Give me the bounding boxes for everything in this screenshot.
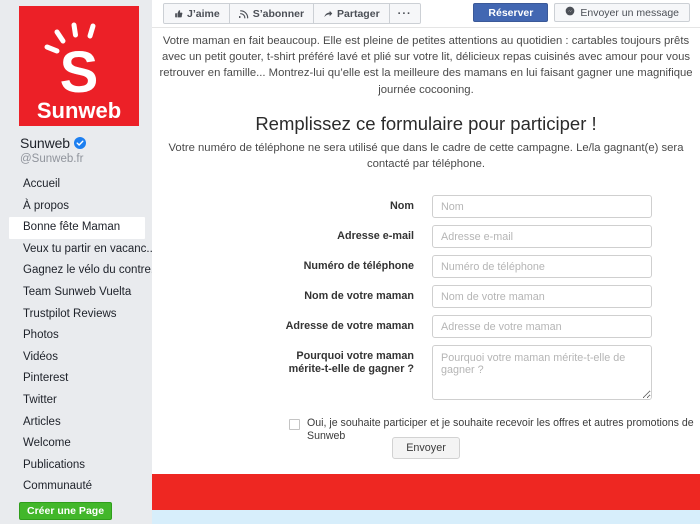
sunweb-sun-s-logo-icon: S Sunweb (19, 6, 139, 126)
share-button[interactable]: Partager (314, 4, 390, 23)
sidebar-item-15[interactable]: Communauté (0, 476, 152, 498)
sidebar-item-9[interactable]: Vidéos (0, 347, 152, 369)
form-control-wrap-6 (432, 345, 700, 400)
form-label-line2: mérite-t-elle de gagner ? (288, 363, 414, 375)
form-control-wrap-4 (432, 285, 700, 308)
consent-checkbox[interactable] (289, 419, 300, 430)
form-label-line1: Adresse e-mail (337, 230, 414, 242)
form-input-1[interactable] (432, 195, 652, 218)
svg-text:S: S (60, 40, 99, 105)
form-input-3[interactable] (432, 255, 652, 278)
page-profile-logo[interactable]: S Sunweb (19, 6, 139, 126)
more-options-button[interactable]: ··· (389, 4, 420, 23)
sidebar-item-8[interactable]: Photos (0, 325, 152, 347)
form-label-3: Numéro de téléphone (152, 255, 432, 273)
page-title: Sunweb (20, 134, 70, 151)
submit-row: Envoyer (152, 437, 700, 459)
create-page-button[interactable]: Créer une Page (19, 502, 113, 520)
sidebar-item-14[interactable]: Publications (0, 455, 152, 477)
form-control-wrap-5 (432, 315, 700, 338)
form-label-line1: Pourquoi votre maman (296, 350, 414, 362)
form-label-5: Adresse de votre maman (152, 315, 432, 333)
page-action-bar: J’aime S’abonner Partager ··· Réserver E… (152, 0, 700, 28)
sidebar-item-12[interactable]: Articles (0, 412, 152, 434)
form-control-wrap-3 (432, 255, 700, 278)
send-message-button[interactable]: Envoyer un message (554, 3, 690, 22)
form-label-2: Adresse e-mail (152, 225, 432, 243)
sidebar-item-3[interactable]: Bonne fête Maman (9, 217, 145, 239)
page-name-row[interactable]: Sunweb (20, 134, 150, 151)
page-handle: @Sunweb.fr (20, 153, 84, 165)
footer-red-banner (152, 474, 700, 510)
form-row-4: Nom de votre maman (152, 285, 700, 308)
page-identity: Sunweb @Sunweb.fr (20, 134, 150, 166)
form-input-4[interactable] (432, 285, 652, 308)
form-label-line1: Adresse de votre maman (285, 320, 414, 332)
reserve-button[interactable]: Réserver (473, 3, 549, 22)
facebook-page-screenshot: S Sunweb Sunweb @Sunweb.fr Accueil À prop… (0, 0, 700, 524)
rss-follow-icon (238, 9, 249, 19)
form-control-wrap-2 (432, 225, 700, 248)
page-nav-list: Accueil À propos Bonne fête Maman Veux tu p… (0, 174, 152, 498)
participation-form: Nom Adresse e-mail Numéro de téléphone Nom … (152, 195, 700, 407)
follow-button-label: S’abonner (252, 7, 305, 20)
thumbs-up-icon (173, 9, 183, 19)
page-action-group-right: Réserver Envoyer un message (473, 3, 690, 22)
like-button[interactable]: J’aime (164, 4, 230, 23)
share-arrow-icon (323, 9, 333, 19)
sidebar-item-10[interactable]: Pinterest (0, 368, 152, 390)
footer-blue-strip (152, 510, 700, 524)
share-button-label: Partager (337, 7, 380, 20)
sidebar-item-13[interactable]: Welcome (0, 433, 152, 455)
follow-button[interactable]: S’abonner (229, 4, 315, 23)
svg-text:Sunweb: Sunweb (37, 98, 121, 123)
form-label-4: Nom de votre maman (152, 285, 432, 303)
form-row-2: Adresse e-mail (152, 225, 700, 248)
form-row-6: Pourquoi votre maman mérite-t-elle de gag… (152, 345, 700, 400)
sidebar-item-6[interactable]: Team Sunweb Vuelta (0, 282, 152, 304)
form-label-line1: Nom de votre maman (304, 290, 414, 302)
page-sidebar: S Sunweb Sunweb @Sunweb.fr Accueil À prop… (0, 0, 152, 524)
sidebar-item-4[interactable]: Veux tu partir en vacanc... (0, 239, 152, 261)
form-label-6: Pourquoi votre maman mérite-t-elle de gag… (152, 345, 432, 376)
form-input-2[interactable] (432, 225, 652, 248)
like-button-label: J’aime (187, 7, 220, 20)
campaign-intro-text: Votre maman en fait beaucoup. Elle est p… (159, 35, 693, 96)
form-row-5: Adresse de votre maman (152, 315, 700, 338)
verified-badge-icon (74, 136, 86, 149)
form-row-1: Nom (152, 195, 700, 218)
messenger-icon (565, 6, 575, 19)
form-label-line1: Nom (390, 200, 414, 212)
submit-button[interactable]: Envoyer (392, 437, 460, 459)
form-heading: Remplissez ce formulaire pour participer… (255, 113, 597, 134)
sidebar-item-2[interactable]: À propos (0, 196, 152, 218)
page-action-group-left: J’aime S’abonner Partager ··· (163, 3, 421, 24)
sidebar-item-5[interactable]: Gagnez le vélo du contre... (0, 260, 152, 282)
send-message-label: Envoyer un message (580, 6, 679, 19)
form-label-1: Nom (152, 195, 432, 213)
page-main-content: J’aime S’abonner Partager ··· Réserver E… (152, 0, 700, 524)
sidebar-item-1[interactable]: Accueil (0, 174, 152, 196)
form-input-6[interactable] (432, 345, 652, 400)
form-label-line1: Numéro de téléphone (303, 260, 414, 272)
form-input-5[interactable] (432, 315, 652, 338)
sidebar-item-11[interactable]: Twitter (0, 390, 152, 412)
form-row-3: Numéro de téléphone (152, 255, 700, 278)
sidebar-item-7[interactable]: Trustpilot Reviews (0, 304, 152, 326)
form-subtitle: Votre numéro de téléphone ne sera utilis… (168, 142, 684, 171)
form-control-wrap-1 (432, 195, 700, 218)
